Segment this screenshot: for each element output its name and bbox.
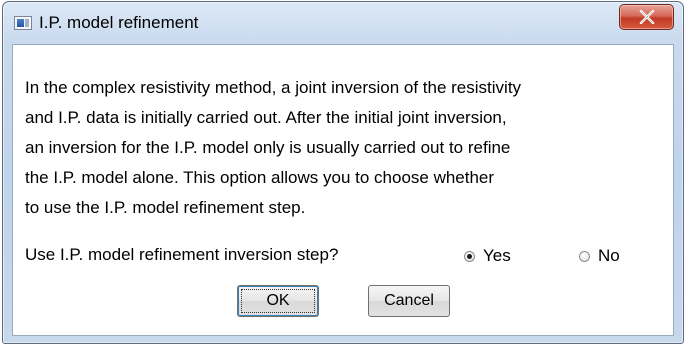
yes-radio-indicator[interactable] xyxy=(464,250,475,262)
focus-rectangle xyxy=(241,289,315,313)
message-line: the I.P. model alone. This option allows… xyxy=(25,168,495,187)
title-bar[interactable]: I.P. model refinement xyxy=(3,2,683,46)
message-line: and I.P. data is initially carried out. … xyxy=(25,108,507,127)
dialog-window: I.P. model refinement In the complex res… xyxy=(2,1,684,344)
no-radio-indicator[interactable] xyxy=(579,250,590,262)
ok-button[interactable]: OK xyxy=(237,285,319,317)
message-line: to use the I.P. model refinement step. xyxy=(25,198,306,217)
no-radio[interactable]: No xyxy=(579,245,620,267)
yes-radio-label[interactable]: Yes xyxy=(483,245,511,267)
dialog-body: In the complex resistivity method, a joi… xyxy=(12,44,674,336)
no-radio-label[interactable]: No xyxy=(598,245,620,267)
refinement-question-label: Use I.P. model refinement inversion step… xyxy=(25,245,339,264)
window-title: I.P. model refinement xyxy=(39,13,199,32)
cancel-button-label: Cancel xyxy=(384,292,434,309)
window-app-icon xyxy=(14,16,32,30)
close-button[interactable] xyxy=(619,4,674,30)
close-icon xyxy=(639,10,655,24)
message-line: In the complex resistivity method, a joi… xyxy=(25,78,522,97)
cancel-button[interactable]: Cancel xyxy=(368,285,450,317)
yes-radio[interactable]: Yes xyxy=(464,245,511,267)
message-line: an inversion for the I.P. model only is … xyxy=(25,138,511,157)
message-text: In the complex resistivity method, a joi… xyxy=(25,73,670,223)
